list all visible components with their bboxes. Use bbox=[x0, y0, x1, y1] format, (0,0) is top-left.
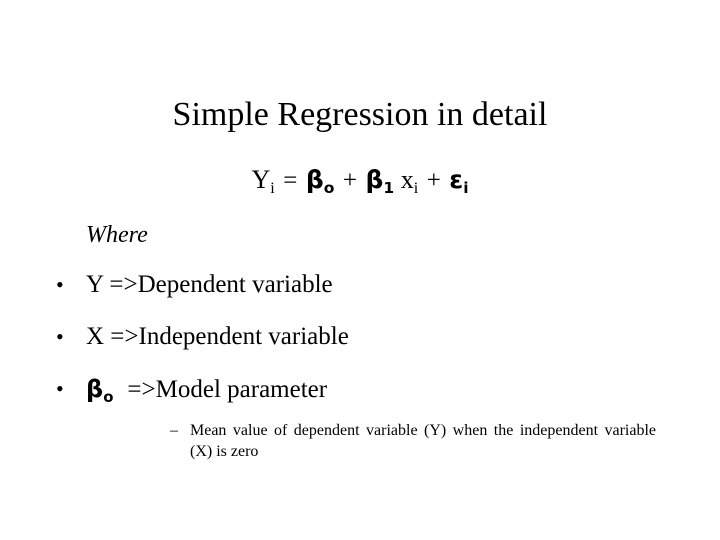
where-label: Where bbox=[86, 222, 148, 248]
equation-plus-sign-1: + bbox=[342, 167, 357, 194]
equation-epsilon-subscript: i bbox=[463, 178, 469, 197]
equation-equals-sign: = bbox=[283, 167, 298, 194]
list-item-label: X =>Independent variable bbox=[86, 323, 349, 350]
equation-epsilon: εi bbox=[449, 165, 469, 197]
bullet-point-icon: • bbox=[56, 376, 64, 401]
sub-list-item: – Mean value of dependent variable (Y) w… bbox=[170, 420, 656, 462]
equation-beta1: β1 bbox=[365, 165, 395, 197]
equation-lhs-subscript: i bbox=[270, 180, 275, 198]
dash-bullet-icon: – bbox=[170, 422, 178, 439]
list-item-label: Y =>Dependent variable bbox=[86, 271, 333, 298]
list-item: • Y =>Dependent variable bbox=[56, 270, 676, 322]
list-item: • X =>Independent variable bbox=[56, 322, 676, 374]
list-item: • βo =>Model parameter bbox=[56, 374, 676, 426]
page-title: Simple Regression in detail bbox=[172, 95, 548, 133]
bullet-list: • Y =>Dependent variable • X =>Independe… bbox=[56, 270, 676, 426]
equation-lhs-variable: Yi bbox=[251, 165, 275, 198]
equation-beta0-subscript: o bbox=[323, 178, 335, 197]
beta-symbol: βo bbox=[86, 375, 114, 406]
list-item-label: βo =>Model parameter bbox=[86, 374, 327, 405]
list-item-description: =>Model parameter bbox=[127, 376, 328, 403]
equation-beta0: βo bbox=[305, 165, 335, 197]
equation-beta1-subscript: 1 bbox=[383, 178, 395, 197]
regression-equation: Yi = βo + β1 xi + εi bbox=[0, 164, 720, 197]
equation-x-variable: xi bbox=[400, 165, 419, 198]
bullet-point-icon: • bbox=[56, 272, 64, 297]
equation-plus-sign-2: + bbox=[426, 167, 441, 194]
equation-x-subscript: i bbox=[413, 180, 419, 198]
bullet-point-icon: • bbox=[56, 324, 64, 349]
slide-canvas: Simple Regression in detail Yi = βo + β1… bbox=[0, 0, 720, 540]
beta-symbol-subscript: o bbox=[103, 387, 114, 406]
sub-list-line-1: Mean value of dependent variable (Y) whe… bbox=[190, 422, 514, 439]
sub-list-item-text: Mean value of dependent variable (Y) whe… bbox=[190, 420, 656, 462]
